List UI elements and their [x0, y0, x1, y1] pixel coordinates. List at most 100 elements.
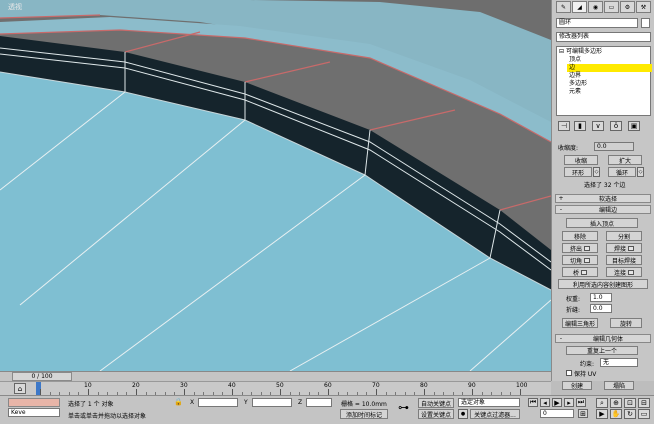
- command-panel: ✎ ◢ ◉ ▭ ⚙ ⚒ 圆环 修改器列表 ⊟ 可编辑多边形 顶点 边 边界 多边…: [551, 0, 654, 381]
- goto-start-icon[interactable]: ⏮: [528, 398, 538, 407]
- z-label: Z: [298, 399, 303, 406]
- chamfer-button[interactable]: 切角: [562, 255, 598, 265]
- stack-item-vertex[interactable]: 顶点: [569, 56, 581, 64]
- repeat-last-button[interactable]: 重复上一个: [566, 346, 638, 355]
- z-coordinate-field[interactable]: [306, 398, 332, 407]
- key-icon[interactable]: ⊶: [398, 401, 409, 414]
- weld-button[interactable]: 焊接: [606, 243, 642, 253]
- shrink-button[interactable]: 收缩: [564, 155, 598, 165]
- maximize-viewport-icon[interactable]: ▭: [638, 409, 650, 419]
- prompt-line: 单击或单击并拖动以选择对象: [68, 413, 147, 420]
- split-button[interactable]: 分割: [606, 231, 642, 241]
- pin-stack-icon[interactable]: ⊣: [558, 121, 570, 131]
- prev-frame-icon[interactable]: ◂: [540, 398, 550, 407]
- tab-modify-icon[interactable]: ◢: [572, 1, 587, 13]
- torus-model: [0, 0, 551, 371]
- timeline-ruler[interactable]: ⌂ 10 20 30 40 50 60 70 80 90 100: [0, 381, 551, 396]
- ring-button[interactable]: 环形: [564, 167, 592, 177]
- key-mode-icon[interactable]: ●: [458, 409, 468, 419]
- remove-modifier-icon[interactable]: ô: [610, 121, 622, 131]
- object-name-field[interactable]: 圆环: [556, 18, 638, 28]
- stack-root[interactable]: ⊟ 可编辑多边形: [559, 48, 602, 56]
- settings-icon[interactable]: [581, 269, 587, 275]
- curve-editor-icon[interactable]: ⌂: [14, 383, 26, 394]
- current-frame-field[interactable]: 0: [540, 409, 574, 418]
- modifier-stack[interactable]: ⊟ 可编辑多边形 顶点 边 边界 多边形 元素: [556, 46, 652, 116]
- loop-button[interactable]: 循环: [608, 167, 636, 177]
- insert-vertex-button[interactable]: 插入顶点: [566, 218, 638, 228]
- settings-icon[interactable]: [628, 269, 634, 275]
- y-coordinate-field[interactable]: [252, 398, 292, 407]
- extrude-button[interactable]: 挤出: [562, 243, 598, 253]
- settings-icon[interactable]: [584, 245, 590, 251]
- perspective-viewport[interactable]: 透视: [0, 0, 551, 371]
- make-unique-icon[interactable]: ∨: [592, 121, 604, 131]
- settings-icon[interactable]: [628, 245, 634, 251]
- tab-utilities-icon[interactable]: ⚒: [636, 1, 651, 13]
- stack-item-polygon[interactable]: 多边形: [569, 80, 587, 88]
- zoom-all-icon[interactable]: ⊕: [610, 398, 622, 408]
- set-key-button[interactable]: 设置关键点: [418, 409, 454, 419]
- ruler-tick-label: 70: [372, 382, 380, 389]
- stack-item-element[interactable]: 元素: [569, 88, 581, 96]
- auto-key-button[interactable]: 自动关键点: [418, 398, 454, 408]
- weight-field[interactable]: 1.0: [590, 293, 612, 302]
- key-selection-dropdown[interactable]: 选定对象: [458, 398, 520, 407]
- time-slider-handle[interactable]: 0 / 100: [12, 372, 72, 381]
- collapse-button[interactable]: 塌陷: [604, 381, 634, 390]
- modifier-list-dropdown[interactable]: 修改器列表: [556, 32, 651, 42]
- next-frame-icon[interactable]: ▸: [564, 398, 574, 407]
- object-color-swatch[interactable]: [641, 18, 650, 28]
- pan-icon[interactable]: ✋: [610, 409, 622, 419]
- constraint-dropdown[interactable]: 无: [600, 358, 638, 367]
- show-end-result-icon[interactable]: ▮: [574, 121, 586, 131]
- zoom-extents-all-icon[interactable]: ⊟: [638, 398, 650, 408]
- stack-item-edge[interactable]: 边: [567, 64, 652, 72]
- rollout-soft-selection[interactable]: + 软选择: [555, 194, 651, 203]
- tab-create-icon[interactable]: ✎: [556, 1, 571, 13]
- tab-hierarchy-icon[interactable]: ◉: [588, 1, 603, 13]
- tab-display-icon[interactable]: ⚙: [620, 1, 635, 13]
- target-weld-button[interactable]: 目标焊接: [606, 255, 642, 265]
- selection-status: 选择了 32 个边: [584, 182, 626, 189]
- time-config-icon[interactable]: ⊞: [578, 409, 588, 418]
- preserve-uv-label: 保持 UV: [574, 371, 597, 378]
- tab-motion-icon[interactable]: ▭: [604, 1, 619, 13]
- play-icon[interactable]: ▶: [552, 398, 562, 407]
- connect-button[interactable]: 连接: [606, 267, 642, 277]
- zoom-icon[interactable]: ⌕: [596, 398, 608, 408]
- bridge-button[interactable]: 桥: [562, 267, 598, 277]
- remove-button[interactable]: 移除: [562, 231, 598, 241]
- add-time-tag-button[interactable]: 添加时间标记: [340, 409, 388, 419]
- settings-icon[interactable]: [584, 257, 590, 263]
- grid-size: 栅格 = 10.0mm: [341, 401, 387, 408]
- maxscript-input[interactable]: Keve: [8, 408, 60, 417]
- lock-selection-icon[interactable]: 🔒: [174, 398, 183, 406]
- loop-spinner-icon[interactable]: ◇: [637, 167, 644, 177]
- turn-button[interactable]: 旋转: [610, 318, 642, 328]
- rollout-edit-edges[interactable]: - 编辑边: [555, 205, 651, 214]
- ruler-tick-label: 80: [420, 382, 428, 389]
- viewport-label[interactable]: 透视: [8, 2, 22, 12]
- ruler-tick-label: 100: [516, 382, 528, 389]
- panel-tabs: ✎ ◢ ◉ ▭ ⚙ ⚒: [556, 1, 651, 13]
- goto-end-icon[interactable]: ⏭: [576, 398, 586, 407]
- edit-triangulation-button[interactable]: 编辑三角形: [562, 318, 598, 328]
- key-filters-button[interactable]: 关键点过滤器...: [470, 409, 520, 419]
- orbit-icon[interactable]: ↻: [624, 409, 636, 419]
- weight-label: 权重:: [566, 296, 581, 303]
- fov-icon[interactable]: ▶: [596, 409, 608, 419]
- stack-item-border[interactable]: 边界: [569, 72, 581, 80]
- create-button[interactable]: 创建: [562, 381, 592, 390]
- configure-sets-icon[interactable]: ▣: [628, 121, 640, 131]
- crease-field[interactable]: 0.0: [590, 304, 612, 313]
- soft-value-field[interactable]: 0.0: [594, 142, 634, 151]
- grow-button[interactable]: 扩大: [608, 155, 642, 165]
- maxscript-listener-pink[interactable]: [8, 398, 60, 407]
- ring-spinner-icon[interactable]: ◇: [593, 167, 600, 177]
- zoom-extents-icon[interactable]: ⊡: [624, 398, 636, 408]
- rollout-edit-geometry[interactable]: - 编辑几何体: [555, 334, 651, 343]
- preserve-uv-checkbox[interactable]: [566, 370, 572, 376]
- x-coordinate-field[interactable]: [198, 398, 238, 407]
- create-shape-button[interactable]: 利用所选内容创建图形: [558, 279, 648, 289]
